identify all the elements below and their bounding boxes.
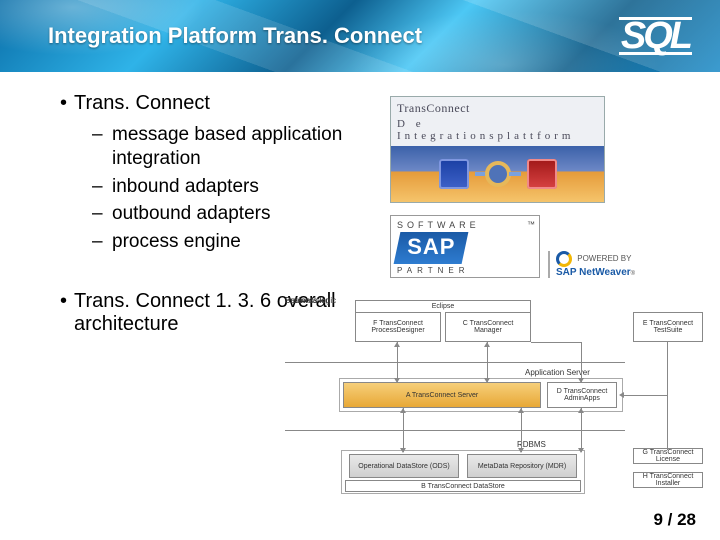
sap-mark: SAP <box>394 232 469 264</box>
box-c-manager: C TransConnect Manager <box>445 312 531 342</box>
bullet-item: message based application integration <box>60 123 390 171</box>
page-number: 9 / 28 <box>653 510 696 530</box>
sap-software-label: SOFTWARE <box>397 220 533 230</box>
box-a-server: A TransConnect Server <box>343 382 541 408</box>
box-ods: Operational DataStore (ODS) <box>349 454 459 478</box>
architecture-diagram: Presentation Business logic Data Eclipse… <box>285 296 705 494</box>
badge-line2: D e Integrationsplattform <box>391 118 604 146</box>
box-e-testsuite: E TransConnect TestSuite <box>633 312 703 342</box>
red-node-icon <box>527 159 557 189</box>
sap-partner-logo: ™ SOFTWARE SAP PARTNER <box>390 215 540 278</box>
slide-title: Integration Platform Trans. Connect <box>48 23 422 49</box>
sap-partner-label: PARTNER <box>397 266 533 275</box>
box-eclipse: Eclipse <box>355 300 531 312</box>
page-current: 9 <box>653 510 662 529</box>
partner-logos: ™ SOFTWARE SAP PARTNER POWERED BY SAP Ne… <box>390 215 658 278</box>
box-mdr: MetaData Repository (MDR) <box>467 454 577 478</box>
box-g-license: G TransConnect License <box>633 448 703 464</box>
blue-node-icon <box>439 159 469 189</box>
sql-logo: SQL <box>619 17 692 55</box>
connector-icon <box>475 161 521 187</box>
bullet-item: outbound adapters <box>60 202 390 226</box>
bullet-item: inbound adapters <box>60 175 390 199</box>
page-total: 28 <box>677 510 696 529</box>
page-sep: / <box>663 510 677 529</box>
netweaver-logo: POWERED BY SAP NetWeaver® <box>548 251 658 278</box>
box-d-adminapps: D TransConnect AdminApps <box>547 382 617 408</box>
bullet-section1: Trans. Connect <box>60 92 390 115</box>
netweaver-arc-icon <box>556 251 572 267</box>
tier-label-data: Data <box>285 296 302 305</box>
box-b-datastore: B TransConnect DataStore <box>345 480 581 492</box>
netweaver-label: SAP NetWeaver <box>556 267 631 278</box>
badge-line1: TransConnect <box>391 97 604 118</box>
slide-header: Integration Platform Trans. Connect SQL <box>0 0 720 72</box>
bullet-item: process engine <box>60 230 390 254</box>
badge-graphic <box>391 146 604 202</box>
box-f-processdesigner: F TransConnect ProcessDesigner <box>355 312 441 342</box>
transconnect-badge: TransConnect D e Integrationsplattform <box>390 96 605 203</box>
powered-by-label: POWERED BY <box>577 254 631 263</box>
box-h-installer: H TransConnect Installer <box>633 472 703 488</box>
